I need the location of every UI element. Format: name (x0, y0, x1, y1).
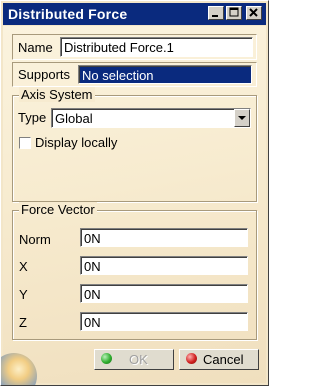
window-title: Distributed Force (8, 6, 128, 22)
cancel-label: Cancel (203, 352, 244, 367)
z-field[interactable]: 0N (80, 312, 248, 331)
minimize-icon (212, 15, 218, 17)
maximize-icon (229, 7, 239, 17)
norm-label: Norm (19, 232, 51, 247)
x-field[interactable]: 0N (80, 256, 248, 275)
maximize-button[interactable] (226, 6, 242, 20)
y-label: Y (19, 287, 28, 302)
name-field[interactable]: Distributed Force.1 (60, 37, 253, 57)
distributed-force-dialog: Distributed Force Name Distributed Force… (0, 0, 269, 386)
x-label: X (19, 259, 28, 274)
supports-panel: Supports No selection (12, 62, 257, 87)
close-icon (249, 8, 258, 17)
force-vector-group: Force Vector Norm 0N X 0N Y 0N Z 0N (12, 202, 257, 340)
chevron-down-icon (238, 116, 246, 120)
ok-icon (101, 353, 112, 364)
minimize-button[interactable] (208, 6, 224, 20)
type-dropdown[interactable]: Global (51, 108, 251, 128)
cancel-button[interactable]: Cancel (179, 349, 259, 370)
supports-label: Supports (18, 67, 71, 82)
y-field[interactable]: 0N (80, 284, 248, 303)
title-bar[interactable]: Distributed Force (3, 3, 266, 25)
axis-system-title: Axis System (19, 87, 95, 102)
norm-field[interactable]: 0N (80, 228, 248, 247)
type-label: Type (18, 110, 47, 125)
dialog-body: Name Distributed Force.1 Supports No sel… (1, 26, 266, 385)
ok-button[interactable]: OK (94, 349, 174, 370)
z-label: Z (19, 315, 27, 330)
dropdown-arrow-button[interactable] (234, 109, 250, 127)
close-button[interactable] (246, 6, 262, 20)
display-locally-checkbox[interactable] (19, 137, 31, 149)
cancel-icon (186, 353, 197, 364)
name-panel: Name Distributed Force.1 (12, 34, 257, 60)
type-selected-value: Global (55, 111, 93, 126)
force-vector-title: Force Vector (19, 202, 97, 217)
name-label: Name (18, 40, 53, 55)
supports-field[interactable]: No selection (78, 65, 252, 84)
ok-label: OK (129, 352, 148, 367)
globe-decoration (1, 353, 37, 385)
display-locally-label: Display locally (35, 135, 118, 150)
axis-system-group: Axis System Type Global Display locally (12, 87, 257, 202)
